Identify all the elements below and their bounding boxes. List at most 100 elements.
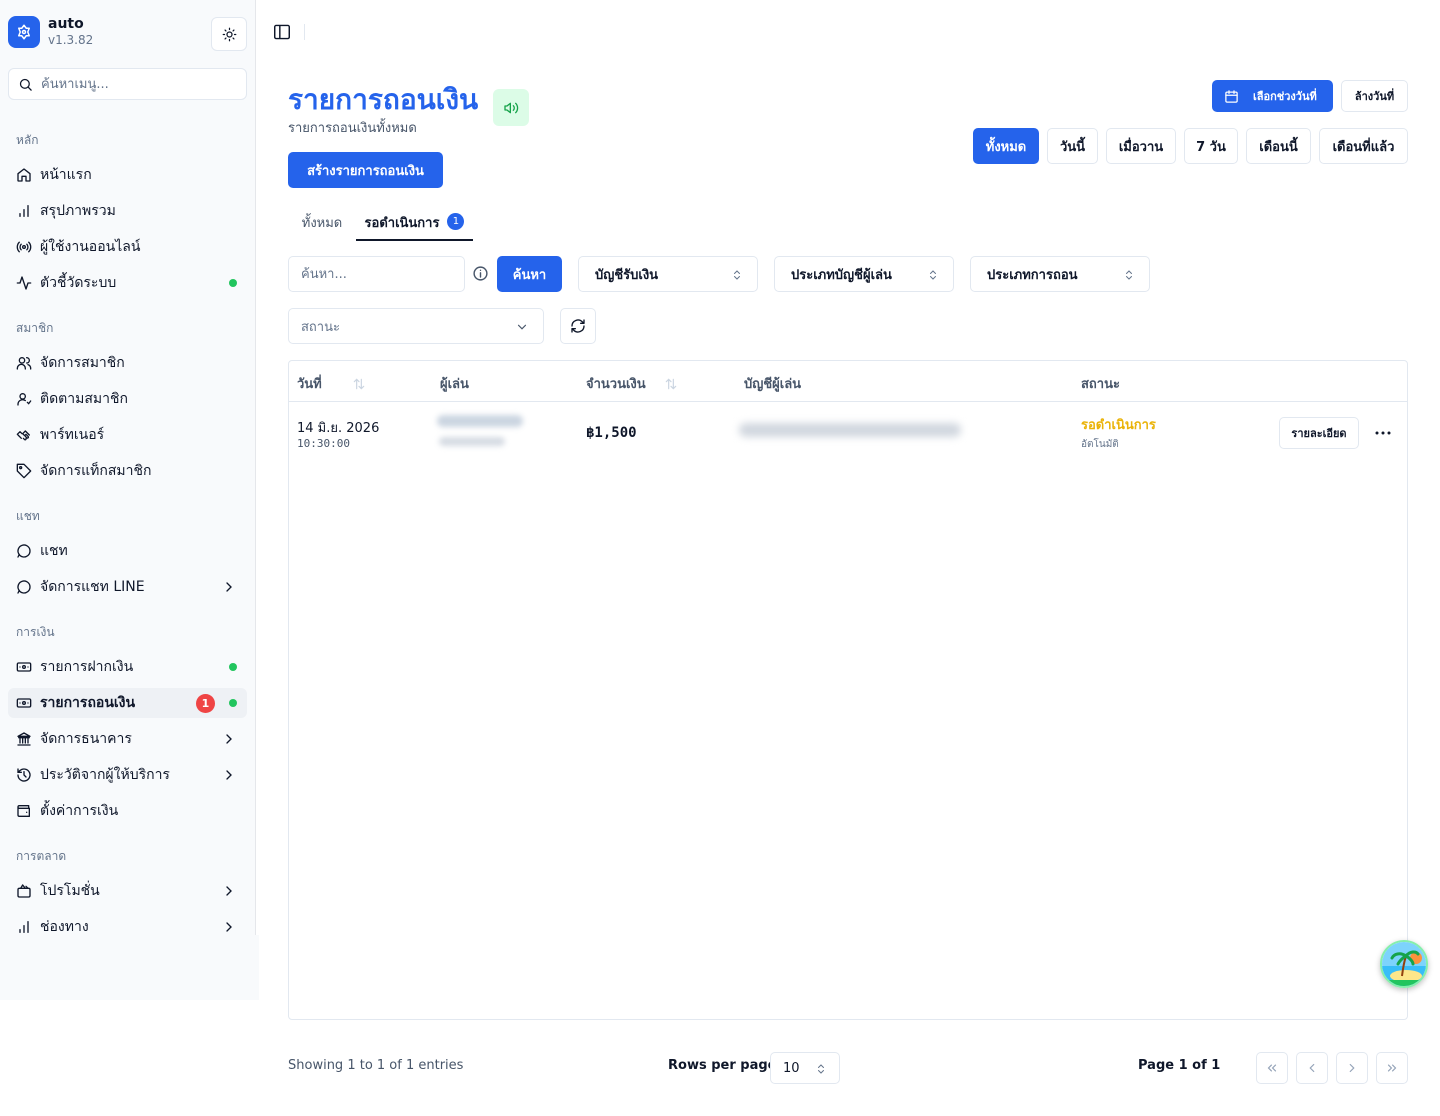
column-status: สถานะ: [1081, 373, 1120, 394]
sidebar-item-label: รายการฝากเงิน: [40, 659, 134, 675]
row-status: รอดำเนินการ: [1081, 418, 1156, 433]
sidebar-item-line-chat[interactable]: จัดการแชท LINE: [8, 572, 247, 602]
withdraw-type-select[interactable]: ประเภทการถอน: [970, 256, 1150, 292]
chevron-down-icon: [517, 324, 527, 330]
column-player: ผู้เล่น: [440, 373, 469, 394]
user-track-icon: [16, 391, 32, 407]
sidebar-item-banks[interactable]: จัดการธนาคาร: [8, 724, 247, 754]
quick-filter-7days[interactable]: 7 วัน: [1184, 128, 1238, 164]
sidebar-item-provider-history[interactable]: ประวัติจากผู้ให้บริการ: [8, 760, 247, 790]
row-time: 10:30:00: [297, 437, 350, 450]
table-row[interactable]: 14 มิ.ย. 2026 10:30:00 ฿1,500 รอดำเนินกา…: [289, 403, 1407, 465]
withdraw-icon: [16, 695, 32, 711]
refresh-button[interactable]: [560, 308, 596, 344]
column-label: บัญชีผู้เล่น: [744, 377, 802, 392]
refresh-icon: [571, 319, 585, 333]
bar-chart-icon: [16, 203, 32, 219]
sidebar-footer-area: [0, 935, 259, 1000]
sidebar-item-label: จัดการแท็กสมาชิก: [40, 463, 152, 479]
search-input[interactable]: [301, 266, 451, 282]
search-button[interactable]: ค้นหา: [497, 256, 562, 292]
rows-per-page-select[interactable]: 10: [770, 1052, 840, 1084]
sidebar-item-withdrawals[interactable]: รายการถอนเงิน 1: [8, 688, 247, 718]
quick-filter-last-month[interactable]: เดือนที่แล้ว: [1319, 128, 1408, 164]
sidebar-item-metrics[interactable]: ตัวชี้วัดระบบ: [8, 268, 247, 298]
column-date[interactable]: วันที่: [297, 373, 366, 394]
chevron-right-icon: [226, 886, 232, 896]
sidebar-item-manage-members[interactable]: จัดการสมาชิก: [8, 348, 247, 378]
chevrons-up-down-icon: [734, 270, 740, 280]
sidebar-item-label: รายการถอนเงิน: [40, 695, 136, 711]
chevrons-up-down-icon: [930, 270, 936, 280]
column-amount[interactable]: จำนวนเงิน: [586, 373, 678, 394]
select-label: ประเภทการถอน: [987, 267, 1078, 283]
withdrawals-table: วันที่ ผู้เล่น จำนวนเงิน บัญชีผู้เล่น สถ…: [288, 360, 1408, 1020]
column-label: จำนวนเงิน: [586, 377, 646, 392]
receive-account-select[interactable]: บัญชีรับเงิน: [578, 256, 758, 292]
player-id-redacted: [439, 437, 505, 446]
sidebar-item-promotions[interactable]: โปรโมชั่น: [8, 876, 247, 906]
sidebar-item-overview[interactable]: สรุปภาพรวม: [8, 196, 247, 226]
status-select[interactable]: สถานะ: [288, 308, 544, 344]
search-field[interactable]: [288, 256, 465, 292]
sound-toggle-button[interactable]: [493, 89, 529, 126]
deposit-icon: [16, 659, 32, 675]
sidebar-search[interactable]: [8, 68, 247, 100]
create-withdrawal-button[interactable]: สร้างรายการถอนเงิน: [288, 152, 443, 188]
radio-icon: [16, 239, 32, 255]
bar-chart-icon: [16, 919, 32, 935]
sidebar-item-member-tags[interactable]: จัดการแท็กสมาชิก: [8, 456, 247, 486]
group-label-chat: แชท: [16, 509, 40, 523]
clear-date-button[interactable]: ล้างวันที่: [1341, 80, 1408, 112]
quick-filter-this-month[interactable]: เดือนนี้: [1246, 128, 1311, 164]
quick-filter-yesterday[interactable]: เมื่อวาน: [1106, 128, 1176, 164]
tab-all[interactable]: ทั้งหมด: [296, 212, 348, 241]
history-icon: [16, 767, 32, 783]
sidebar-item-track-members[interactable]: ติดตามสมาชิก: [8, 384, 247, 414]
sidebar-toggle-button[interactable]: [272, 23, 292, 41]
previous-page-button[interactable]: [1296, 1052, 1328, 1084]
player-account-redacted: [739, 423, 961, 437]
status-dot: [229, 663, 237, 671]
row-actions-button[interactable]: [1371, 423, 1395, 443]
sidebar-item-online-users[interactable]: ผู้ใช้งานออนไลน์: [8, 232, 247, 262]
sidebar-item-label: ผู้ใช้งานออนไลน์: [40, 239, 141, 255]
chevron-right-icon: [226, 922, 232, 932]
panel-left-icon: [274, 24, 290, 40]
player-account-type-select[interactable]: ประเภทบัญชีผู้เล่น: [774, 256, 954, 292]
sidebar-item-label: โปรโมชั่น: [40, 883, 100, 899]
sidebar-item-label: ตั้งค่าการเงิน: [40, 803, 119, 819]
info-icon[interactable]: [472, 265, 489, 282]
sidebar-item-label: หน้าแรก: [40, 167, 92, 183]
column-label: สถานะ: [1081, 377, 1120, 392]
next-page-button[interactable]: [1336, 1052, 1368, 1084]
sidebar-item-deposits[interactable]: รายการฝากเงิน: [8, 652, 247, 682]
date-range-button[interactable]: เลือกช่วงวันที่: [1212, 80, 1333, 112]
app-version: v1.3.82: [48, 33, 94, 47]
sidebar-item-partners[interactable]: พาร์ทเนอร์: [8, 420, 247, 450]
column-label: วันที่: [297, 377, 322, 392]
chevrons-up-down-icon: [1126, 270, 1132, 280]
brand[interactable]: auto v1.3.82: [8, 16, 93, 48]
sidebar-item-label: ติดตามสมาชิก: [40, 391, 128, 407]
theme-toggle-button[interactable]: [211, 17, 247, 51]
floating-chat-avatar[interactable]: [1380, 940, 1428, 988]
status-dot: [229, 279, 237, 287]
sidebar-item-chat[interactable]: แชท: [8, 536, 247, 566]
more-horizontal-icon: [1375, 431, 1391, 435]
app-logo-icon: [8, 16, 40, 48]
app-name: auto: [48, 16, 84, 32]
pending-count-badge: 1: [196, 694, 215, 713]
detail-button[interactable]: รายละเอียด: [1279, 417, 1359, 449]
last-page-button[interactable]: [1376, 1052, 1408, 1084]
sidebar-search-input[interactable]: [41, 76, 231, 92]
quick-filter-all[interactable]: ทั้งหมด: [973, 128, 1039, 164]
tab-pending[interactable]: รอดำเนินการ 1: [356, 212, 473, 241]
quick-filter-today[interactable]: วันนี้: [1047, 128, 1098, 164]
first-page-button[interactable]: [1256, 1052, 1288, 1084]
group-label-members: สมาชิก: [16, 321, 54, 335]
sidebar-item-home[interactable]: หน้าแรก: [8, 160, 247, 190]
page-info: Page 1 of 1: [1138, 1058, 1221, 1073]
sidebar-item-finance-settings[interactable]: ตั้งค่าการเงิน: [8, 796, 247, 826]
sidebar-item-label: จัดการธนาคาร: [40, 731, 132, 747]
